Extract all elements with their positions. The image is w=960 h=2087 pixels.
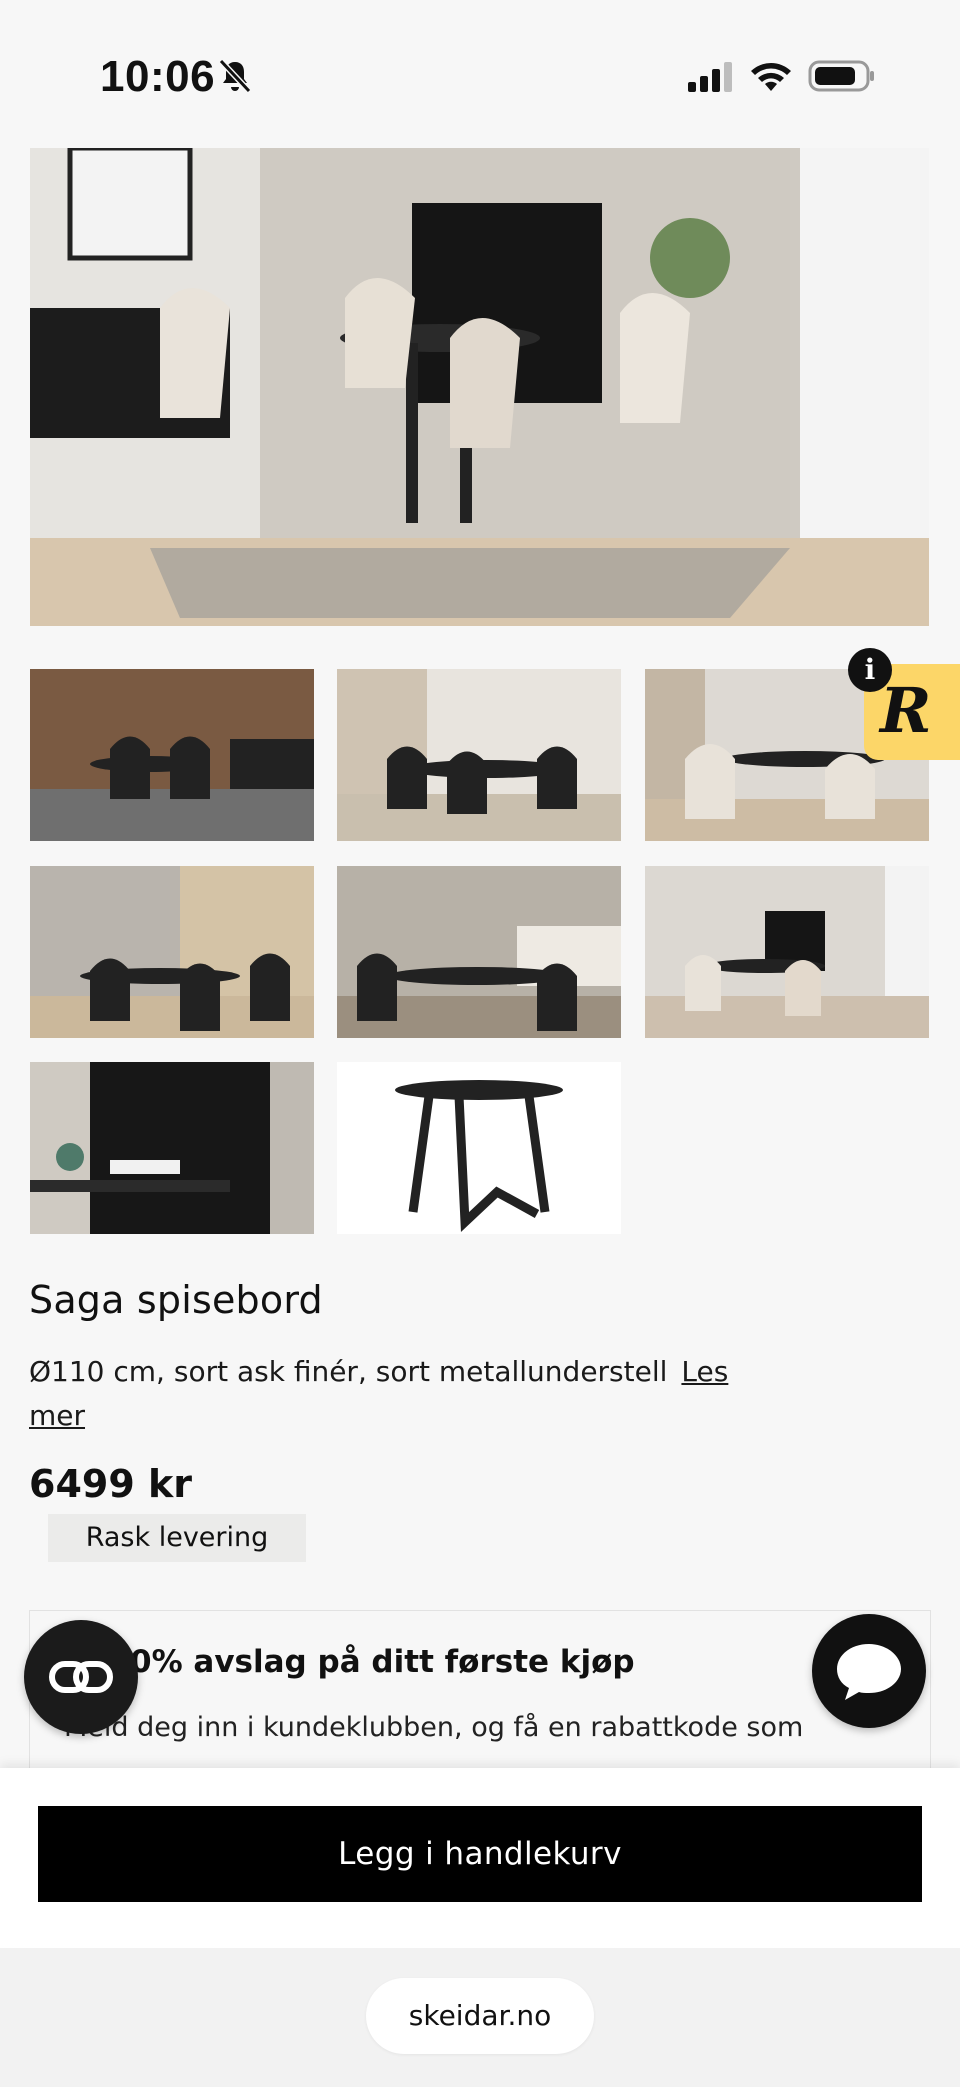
product-description: Ø110 cm, sort ask finér, sort metallunde…: [29, 1350, 749, 1438]
table-cutout-photo: [337, 1062, 621, 1234]
url-bar[interactable]: skeidar.no: [366, 1978, 594, 2054]
bell-slash-icon: [218, 58, 252, 94]
cellular-signal-icon: [688, 62, 732, 92]
thumbnail-8[interactable]: [337, 1062, 621, 1234]
club-banner-title: 0% avslag på ditt første kjøp: [130, 1644, 635, 1680]
thumbnail-photo: [337, 669, 621, 841]
dining-room-photo: [30, 148, 929, 626]
review-logo-icon: R: [880, 674, 932, 747]
thumbnail-photo: [30, 866, 314, 1038]
thumbnail-4[interactable]: [30, 866, 314, 1038]
add-to-cart-button[interactable]: Legg i handlekurv: [38, 1806, 922, 1902]
thumbnail-2[interactable]: [337, 669, 621, 841]
chat-button[interactable]: [812, 1614, 926, 1728]
wifi-icon: [751, 63, 791, 91]
product-price: 6499 kr: [29, 1462, 193, 1506]
thumbnail-photo: [30, 1062, 314, 1234]
product-description-text: Ø110 cm, sort ask finér, sort metallunde…: [29, 1355, 668, 1388]
battery-icon: [808, 60, 874, 92]
thumbnail-5[interactable]: [337, 866, 621, 1038]
delivery-badge: Rask levering: [48, 1514, 306, 1562]
thumbnail-6[interactable]: [645, 866, 929, 1038]
product-title: Saga spisebord: [29, 1278, 323, 1322]
status-time: 10:06: [100, 52, 216, 101]
thumbnail-photo: [337, 866, 621, 1038]
link-icon: [49, 1661, 113, 1693]
hero-product-image[interactable]: [30, 148, 929, 626]
chat-bubble-icon: [837, 1644, 901, 1700]
thumbnail-photo: [645, 866, 929, 1038]
info-icon[interactable]: i: [848, 648, 892, 692]
thumbnail-1[interactable]: [30, 669, 314, 841]
share-link-button[interactable]: [24, 1620, 138, 1734]
thumbnail-photo: [30, 669, 314, 841]
status-bar: 10:06: [0, 0, 960, 140]
club-banner[interactable]: [29, 1610, 931, 1770]
thumbnail-7[interactable]: [30, 1062, 314, 1234]
club-banner-text: Meld deg inn i kundeklubben, og få en ra…: [64, 1712, 804, 1743]
